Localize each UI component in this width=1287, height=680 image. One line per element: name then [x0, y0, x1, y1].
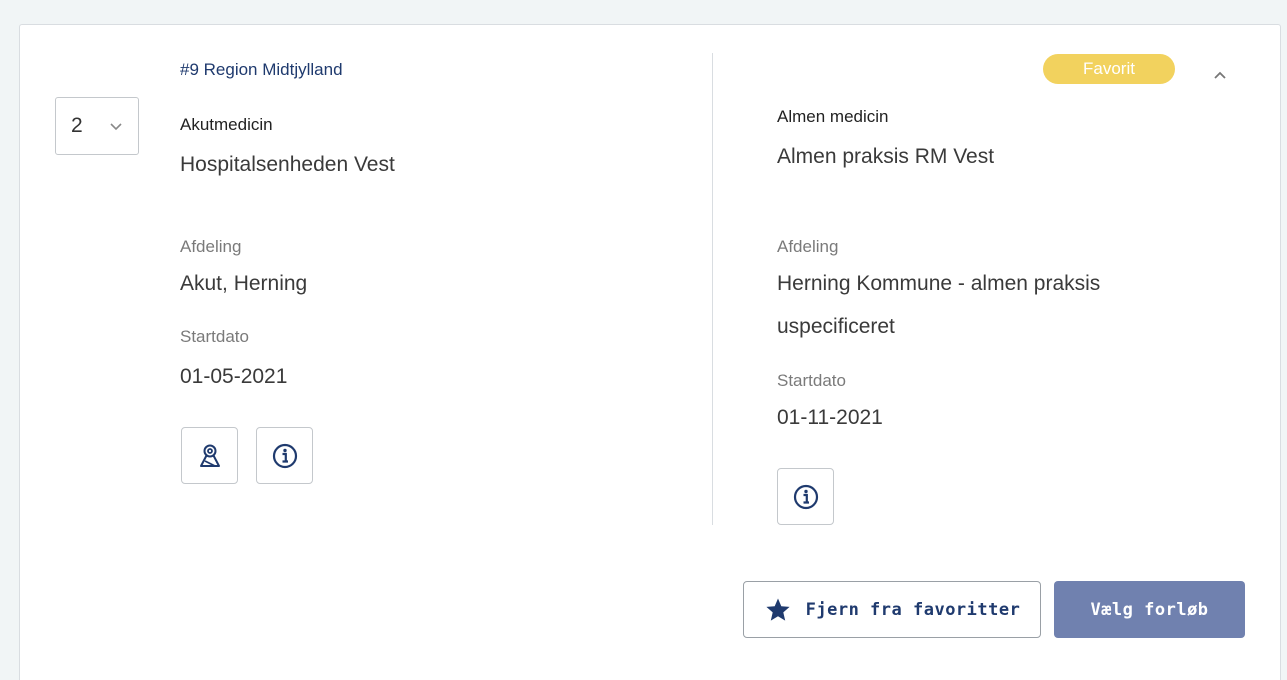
map-button[interactable] [181, 427, 238, 484]
right-dept-value-line1: Herning Kommune - almen praksis [777, 272, 1101, 295]
chevron-up-icon[interactable] [1208, 63, 1232, 87]
right-hospital: Almen praksis RM Vest [777, 145, 995, 168]
remove-favorite-button[interactable]: Fjern fra favoritter [743, 581, 1041, 638]
choose-course-label: Vælg forløb [1090, 599, 1209, 620]
remove-favorite-label: Fjern fra favoritter [805, 599, 1021, 620]
left-hospital: Hospitalsenheden Vest [180, 153, 395, 176]
region-title: #9 Region Midtjylland [180, 60, 343, 79]
right-dept-value-line2: uspecificeret [777, 315, 895, 338]
right-start-label: Startdato [777, 371, 846, 390]
choose-course-button[interactable]: Vælg forløb [1054, 581, 1245, 638]
info-icon [793, 484, 818, 509]
left-start-label: Startdato [180, 327, 249, 346]
star-icon [766, 598, 790, 621]
rank-select[interactable]: 2 [55, 97, 139, 155]
left-start-value: 01-05-2021 [180, 365, 288, 388]
left-dept-label: Afdeling [180, 237, 242, 256]
info-button-left[interactable] [256, 427, 313, 484]
left-specialty: Akutmedicin [180, 115, 273, 134]
left-dept-value: Akut, Herning [180, 272, 308, 295]
course-card: 2 #9 Region Midtjylland Akutmedicin Hosp… [19, 24, 1281, 680]
map-pin-icon [199, 444, 220, 467]
column-divider [712, 53, 713, 525]
right-specialty: Almen medicin [777, 107, 889, 126]
info-button-right[interactable] [777, 468, 834, 525]
favorite-badge: Favorit [1043, 54, 1175, 84]
right-start-value: 01-11-2021 [777, 406, 883, 429]
rank-value: 2 [71, 114, 83, 137]
chevron-down-icon [110, 123, 122, 131]
right-dept-label: Afdeling [777, 237, 839, 256]
info-icon [272, 443, 297, 468]
